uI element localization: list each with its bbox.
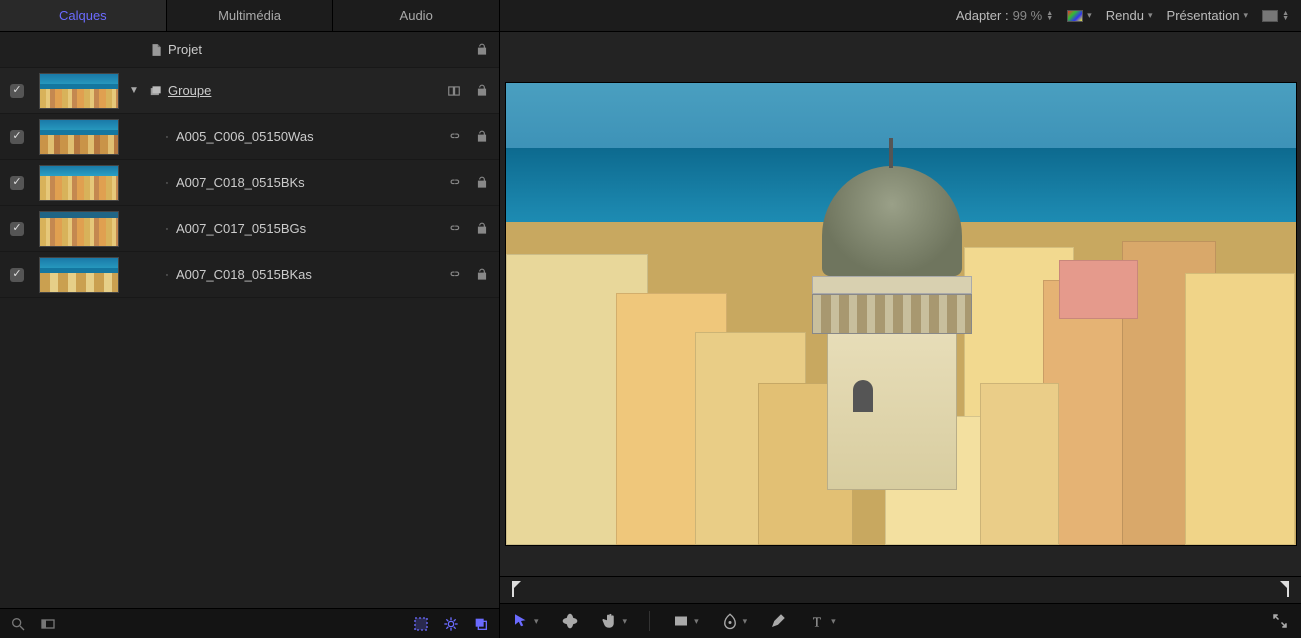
- view-label: Présentation: [1167, 8, 1240, 23]
- group-row[interactable]: ▼ Groupe: [0, 68, 499, 114]
- lock-open-icon[interactable]: [475, 130, 489, 144]
- chevron-down-icon: ▾: [623, 616, 628, 627]
- clip-name[interactable]: A007_C017_0515BGs: [168, 221, 419, 236]
- lock-open-icon[interactable]: [475, 268, 489, 282]
- clip-name[interactable]: A007_C018_0515BKs: [168, 175, 419, 190]
- toolbar-divider: [649, 611, 650, 631]
- chevron-down-icon: ▾: [831, 616, 836, 627]
- layout-chip-icon: [1262, 10, 1278, 22]
- layers-panel-footer: [0, 608, 499, 638]
- clip-row[interactable]: A007_C017_0515BGs: [0, 206, 499, 252]
- text-tool[interactable]: T ▾: [809, 612, 836, 630]
- canvas-area[interactable]: [500, 32, 1301, 576]
- filter-stack-icon[interactable]: [473, 616, 489, 632]
- viewer-layout-menu[interactable]: ▲▼: [1262, 10, 1289, 22]
- document-icon: [149, 43, 163, 57]
- canvas-preview[interactable]: [506, 83, 1296, 545]
- group-stack-icon: [149, 84, 163, 98]
- fit-zoom-control[interactable]: Adapter : 99 % ▲▼: [956, 8, 1053, 23]
- clip-name[interactable]: A007_C018_0515BKas: [168, 267, 419, 282]
- shape-tool[interactable]: ▾: [672, 612, 699, 630]
- disclosure-triangle-icon[interactable]: ▼: [129, 85, 139, 96]
- clip-thumbnail: [39, 257, 119, 293]
- clip-thumbnail: [39, 211, 119, 247]
- in-point-marker-icon[interactable]: [512, 581, 521, 590]
- stepper-icon[interactable]: ▲▼: [1282, 11, 1289, 21]
- clip-thumbnail: [39, 165, 119, 201]
- expand-viewer-button[interactable]: [1271, 612, 1289, 630]
- tab-media[interactable]: Multimédia: [167, 0, 334, 31]
- render-label: Rendu: [1106, 8, 1144, 23]
- stepper-icon[interactable]: ▲▼: [1046, 11, 1053, 21]
- visibility-checkbox[interactable]: [10, 222, 24, 236]
- chevron-down-icon: ▾: [694, 616, 699, 627]
- layer-list: Projet ▼ Groupe: [0, 32, 499, 608]
- search-icon[interactable]: [10, 616, 26, 632]
- viewer-panel: Adapter : 99 % ▲▼ ▾ Rendu ▾ Présentation…: [500, 0, 1301, 638]
- visibility-checkbox[interactable]: [10, 268, 24, 282]
- viewer-top-toolbar: Adapter : 99 % ▲▼ ▾ Rendu ▾ Présentation…: [500, 0, 1301, 32]
- pan-tool[interactable]: ▾: [601, 612, 628, 630]
- clip-row[interactable]: A007_C018_0515BKs: [0, 160, 499, 206]
- lock-open-icon[interactable]: [475, 43, 489, 57]
- fit-value: 99 %: [1013, 8, 1043, 23]
- group-thumbnail: [39, 73, 119, 109]
- view-menu[interactable]: Présentation ▾: [1167, 8, 1249, 23]
- chevron-down-icon: ▾: [534, 616, 539, 627]
- behavior-gear-icon[interactable]: [443, 616, 459, 632]
- chevron-down-icon: ▾: [1244, 10, 1249, 21]
- color-chip-icon: [1067, 10, 1083, 22]
- clip-name[interactable]: A005_C006_05150Was: [168, 129, 419, 144]
- chevron-down-icon: ▾: [1148, 10, 1153, 21]
- group-label[interactable]: Groupe: [168, 83, 419, 98]
- svg-text:T: T: [813, 614, 822, 629]
- 3d-transform-tool[interactable]: [561, 612, 579, 630]
- paint-tool[interactable]: [769, 612, 787, 630]
- frame-view-icon[interactable]: [40, 616, 56, 632]
- clip-row[interactable]: A007_C018_0515BKas: [0, 252, 499, 298]
- chevron-down-icon: ▾: [743, 616, 748, 627]
- layers-panel: Calques Multimédia Audio Projet ▼ Gr: [0, 0, 500, 638]
- project-label: Projet: [168, 42, 419, 57]
- pen-mask-tool[interactable]: ▾: [721, 612, 748, 630]
- panel-tabs: Calques Multimédia Audio: [0, 0, 499, 32]
- select-tool[interactable]: ▾: [512, 612, 539, 630]
- mask-filter-icon[interactable]: [413, 616, 429, 632]
- fit-label: Adapter :: [956, 8, 1009, 23]
- lock-open-icon[interactable]: [475, 176, 489, 190]
- out-point-marker-icon[interactable]: [1280, 581, 1289, 590]
- link-icon[interactable]: [447, 222, 461, 236]
- lock-open-icon[interactable]: [475, 84, 489, 98]
- render-menu[interactable]: Rendu ▾: [1106, 8, 1153, 23]
- passthrough-icon[interactable]: [447, 84, 461, 98]
- mini-timeline[interactable]: [500, 576, 1301, 604]
- link-icon[interactable]: [447, 130, 461, 144]
- viewer-bottom-toolbar: ▾ ▾ ▾ ▾ T ▾: [500, 604, 1301, 638]
- chevron-down-icon: ▾: [1087, 10, 1092, 21]
- link-icon[interactable]: [447, 268, 461, 282]
- clip-thumbnail: [39, 119, 119, 155]
- clip-row[interactable]: A005_C006_05150Was: [0, 114, 499, 160]
- visibility-checkbox[interactable]: [10, 130, 24, 144]
- link-icon[interactable]: [447, 176, 461, 190]
- lock-open-icon[interactable]: [475, 222, 489, 236]
- visibility-checkbox[interactable]: [10, 84, 24, 98]
- tab-layers[interactable]: Calques: [0, 0, 167, 31]
- tower-graphic: [822, 166, 962, 489]
- color-channels-menu[interactable]: ▾: [1067, 10, 1092, 22]
- visibility-checkbox[interactable]: [10, 176, 24, 190]
- tab-audio[interactable]: Audio: [333, 0, 499, 31]
- project-row[interactable]: Projet: [0, 32, 499, 68]
